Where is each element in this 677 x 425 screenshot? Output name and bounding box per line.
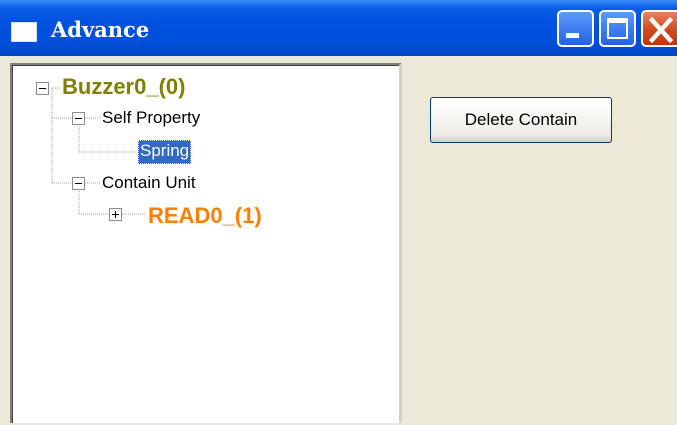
delete-contain-button[interactable]: Delete Contain	[430, 97, 612, 143]
close-button[interactable]	[641, 10, 677, 47]
tree-node-root[interactable]: Buzzer0_(0)	[62, 74, 185, 100]
window-icon	[11, 22, 37, 42]
tree-node-self-property[interactable]: Self Property	[102, 108, 200, 128]
tree-node-spring[interactable]: Spring	[138, 140, 192, 164]
collapse-icon[interactable]	[36, 82, 49, 95]
close-icon	[648, 16, 674, 44]
minimize-icon	[566, 33, 579, 38]
collapse-icon[interactable]	[72, 112, 85, 125]
title-bar[interactable]: Advance	[0, 0, 677, 56]
expand-icon[interactable]	[109, 208, 122, 221]
tree-connector-lines	[51, 87, 146, 215]
window-title: Advance	[51, 17, 150, 42]
maximize-icon	[607, 18, 628, 39]
minimize-button[interactable]	[557, 10, 594, 47]
tree-node-contain-unit[interactable]: Contain Unit	[102, 173, 196, 193]
tree-view[interactable]: Buzzer0_(0) Self Property Spring Contain…	[10, 63, 402, 423]
tree-node-read0[interactable]: READ0_(1)	[148, 203, 262, 229]
collapse-icon[interactable]	[72, 177, 85, 190]
maximize-button[interactable]	[599, 10, 636, 47]
